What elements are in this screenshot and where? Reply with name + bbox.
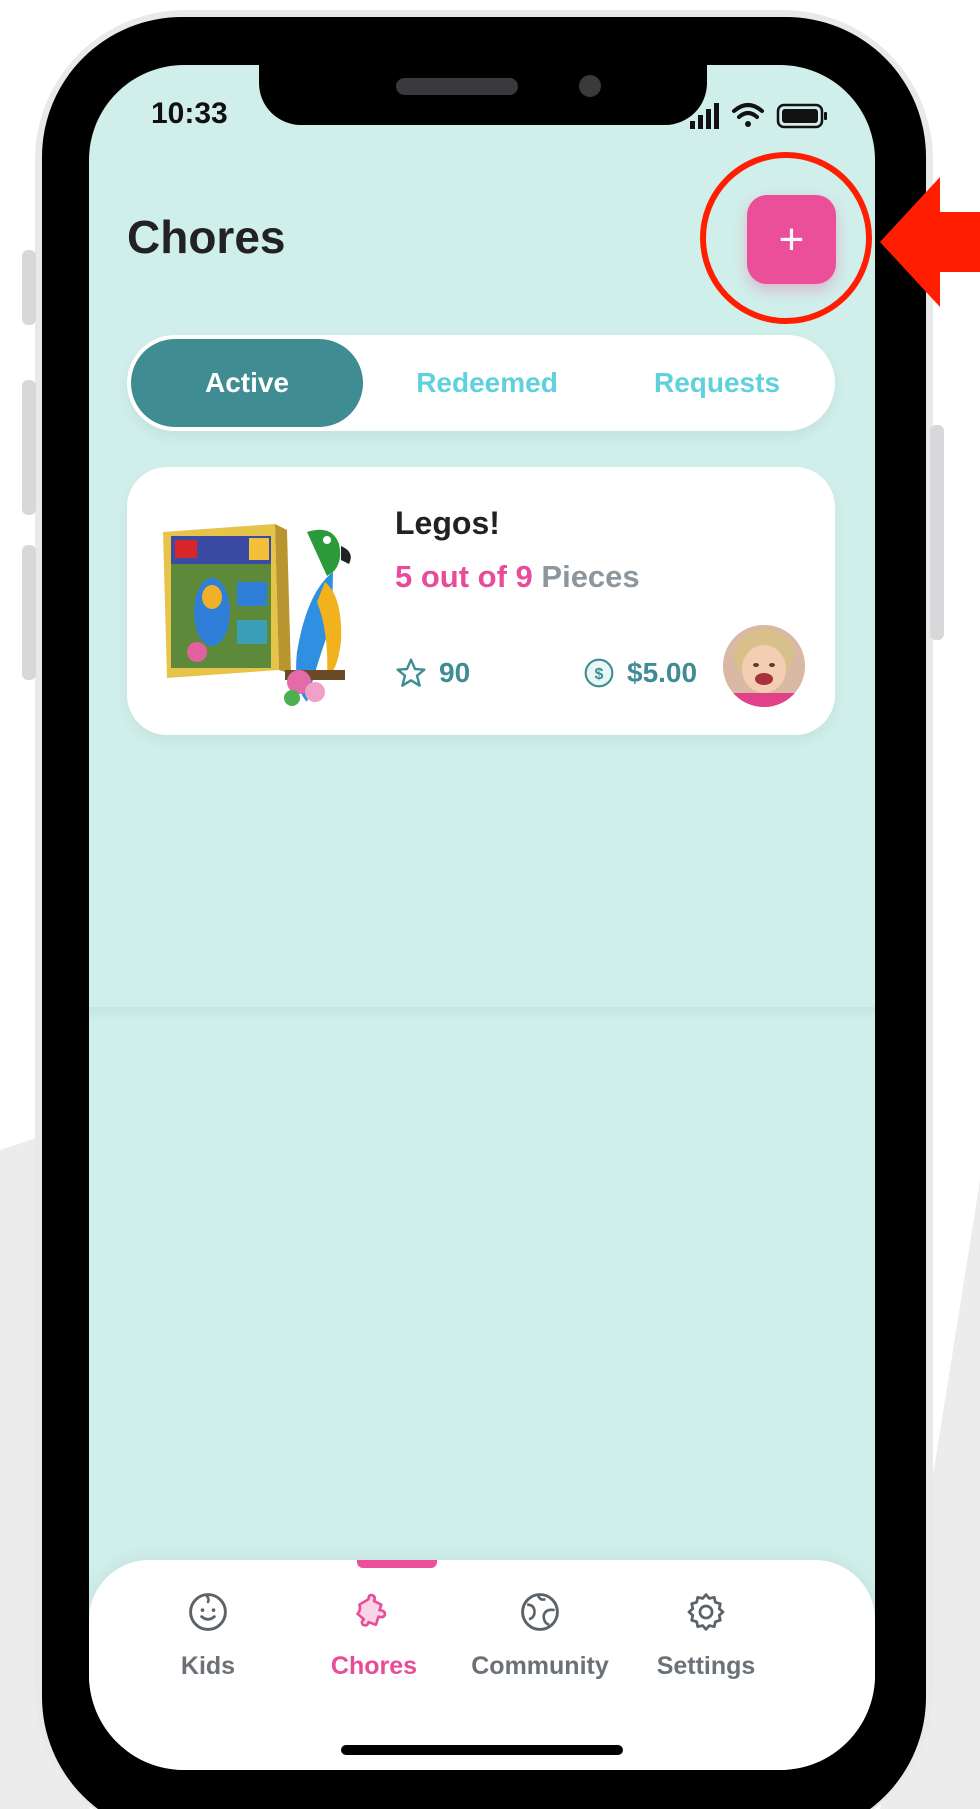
- tab-redeemed[interactable]: Redeemed: [377, 339, 597, 427]
- nav-community[interactable]: Community: [455, 1590, 625, 1681]
- stars-value: 90: [439, 657, 471, 688]
- chore-title: Legos!: [395, 505, 500, 541]
- wifi-icon: [732, 103, 764, 127]
- chore-progress: 5 out of 9 Pieces: [395, 559, 640, 595]
- phone-volume-up: [22, 380, 36, 515]
- app-screen: 10:33 Chores + Active Redeemed Requests …: [89, 65, 875, 1770]
- kid-face-icon: [189, 1593, 227, 1631]
- child-photo: [723, 625, 805, 707]
- child-avatar[interactable]: [723, 625, 805, 707]
- callout-arrow-icon: [880, 177, 980, 307]
- progress-unit: Pieces: [541, 559, 640, 594]
- stars-reward: 90: [395, 657, 470, 689]
- gear-icon: [687, 1593, 725, 1631]
- phone-volume-down: [22, 545, 36, 680]
- chore-tabs: Active Redeemed Requests: [127, 335, 835, 431]
- cellular-signal-icon: [690, 103, 719, 129]
- globe-icon: [521, 1593, 559, 1631]
- status-time: 10:33: [151, 97, 228, 130]
- status-icons: [690, 103, 827, 129]
- screenshot-stage: 10:33 Chores + Active Redeemed Requests …: [0, 0, 980, 1809]
- active-tab-indicator: [357, 1560, 437, 1568]
- svg-text:$: $: [595, 666, 604, 683]
- star-icon: [396, 658, 426, 687]
- nav-settings[interactable]: Settings: [621, 1590, 791, 1681]
- money-reward: $ $5.00: [583, 657, 697, 689]
- coin-icon: $: [584, 658, 614, 688]
- nav-chores-label: Chores: [330, 1652, 418, 1680]
- nav-settings-label: Settings: [656, 1652, 756, 1680]
- puzzle-icon: [356, 1593, 387, 1627]
- nav-community-label: Community: [471, 1652, 609, 1680]
- tab-active[interactable]: Active: [131, 339, 363, 427]
- money-value: $5.00: [627, 657, 698, 688]
- front-camera: [579, 75, 601, 97]
- battery-icon: [776, 103, 827, 129]
- bottom-navigation: Kids Chores Community Settings: [89, 1560, 875, 1770]
- tab-requests[interactable]: Requests: [607, 339, 827, 427]
- nav-kids[interactable]: Kids: [123, 1590, 293, 1681]
- chore-card[interactable]: Legos! 5 out of 9 Pieces 90 $ $5.00: [127, 467, 835, 735]
- progress-count: 5 out of 9: [395, 559, 533, 594]
- phone-power-button: [930, 425, 944, 640]
- section-divider: [89, 1007, 875, 1021]
- lego-parrot-set-image: [163, 524, 351, 706]
- nav-kids-label: Kids: [180, 1652, 236, 1680]
- phone-side-button: [22, 250, 36, 325]
- phone-notch: [259, 65, 707, 125]
- page-title: Chores: [127, 211, 286, 263]
- nav-chores[interactable]: Chores: [289, 1590, 459, 1681]
- home-indicator: [341, 1745, 623, 1755]
- speaker-grille: [396, 78, 518, 95]
- highlight-circle: [700, 152, 872, 324]
